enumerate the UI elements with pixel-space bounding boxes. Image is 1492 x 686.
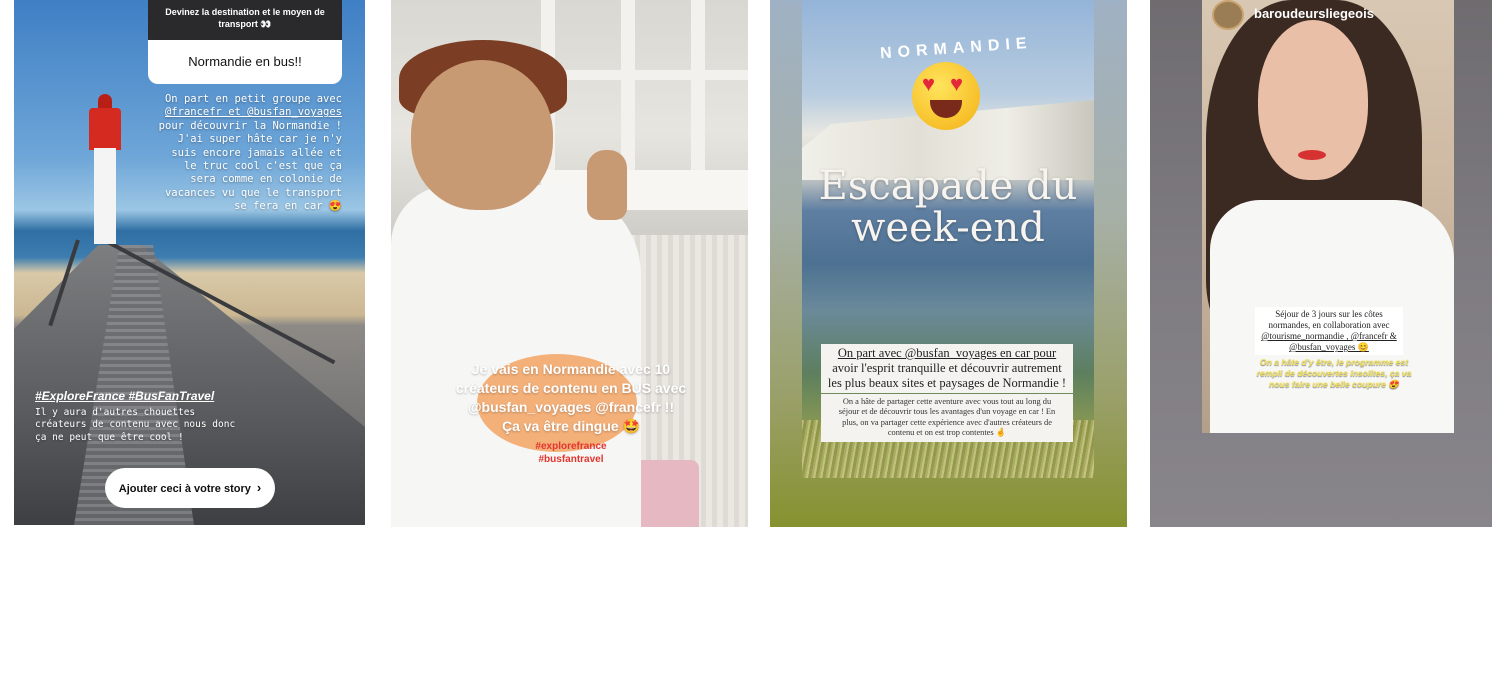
story-text-line: ça ne peut que être cool ! [35, 431, 184, 443]
text-box-line: contenu et on est trop contentes 🤞 [887, 428, 1007, 438]
username[interactable]: baroudeursliegeois [1254, 6, 1374, 21]
story-text-line: le truc cool c'est que ça [183, 160, 342, 173]
caption-line: Je vais en Normandie avec 10 [471, 361, 671, 377]
avatar[interactable] [1212, 0, 1244, 30]
text-box-line: On a hâte de partager cette aventure ave… [842, 397, 1052, 406]
peace-sign-hand [587, 150, 627, 220]
story-text-line: se fera en car 😍 [234, 200, 342, 213]
face [411, 60, 553, 210]
story-card-2[interactable]: Je vais en Normandie avec 10 créateurs d… [391, 0, 748, 527]
text-box-line: plus, on va partager cette expérience av… [842, 417, 1052, 427]
question-sticker-answer: Normandie en bus!! [148, 40, 342, 84]
text-box-line: séjour et de découvrir tous les avantage… [838, 407, 1056, 417]
text-box-line[interactable]: On part avec @busfan_voyages en car pour [824, 346, 1070, 361]
caption-line: rempli de découvertes insolites, ça va [1256, 368, 1412, 378]
caption-line[interactable]: @busfan_voyages @francefr !! [441, 398, 701, 417]
lighthouse-lantern [89, 108, 121, 150]
lighthouse-tower [94, 148, 116, 244]
story-text-line: créateurs de contenu avec nous donc [35, 419, 236, 431]
caption-line: On a hâte d'y être, le programme est [1259, 357, 1409, 367]
text-box-line[interactable]: @tourisme_normandie , @francefr & [1257, 331, 1401, 342]
text-box-secondary: On a hâte de partager cette aventure ave… [821, 394, 1073, 442]
story-text-line: suis encore jamais allée et [171, 146, 342, 159]
story-card-1[interactable]: Devinez la destination et le moyen de tr… [14, 0, 365, 525]
story-card-3[interactable]: NORMANDIE ♥ ♥ Escapade du week-end On pa… [770, 0, 1127, 527]
story-card-4[interactable]: baroudeursliegeois Séjour de 3 jours sur… [1150, 0, 1492, 527]
hashtag-busfantravel[interactable]: #busfantravel [491, 453, 651, 466]
smile-mouth [930, 100, 962, 118]
ceiling-beam [691, 0, 705, 170]
story-text-line: On part en petit groupe avec [164, 93, 342, 105]
add-to-story-label: Ajouter ceci à votre story [118, 483, 251, 495]
lips [1298, 150, 1326, 160]
text-box-primary: On part avec @busfan_voyages en car pour… [821, 344, 1073, 393]
title-line: week-end [851, 205, 1045, 251]
heart-eye-icon: ♥ [950, 71, 964, 96]
story-title: Escapade du week-end [810, 165, 1086, 249]
text-box-line: avoir l'esprit tranquille et découvrir a… [832, 361, 1062, 375]
add-to-story-button[interactable]: Ajouter ceci à votre story › [105, 468, 275, 508]
text-box-line: normandes, en collaboration avec [1268, 320, 1390, 330]
caption-line: créateurs de contenu en BUS avec [455, 380, 687, 396]
caption-line: Ça va être dingue 🤩 [501, 418, 641, 434]
question-sticker-prompt: Devinez la destination et le moyen de tr… [148, 0, 342, 44]
story-text-line: vacances vu que le transport [164, 186, 342, 199]
text-box-line: Séjour de 3 jours sur les côtes [1275, 309, 1383, 319]
heart-eyes-emoji-icon: ♥ ♥ [912, 62, 980, 130]
chevron-right-icon: › [256, 480, 262, 495]
story-text-secondary: Il y aura d'autres chouettes créateurs d… [35, 407, 285, 444]
story-text-line: pour découvrir la Normandie ! [158, 119, 342, 132]
title-line: Escapade du [818, 163, 1078, 209]
caption-line: nous faire une belle coupure 😍 [1268, 379, 1400, 389]
yellow-caption: On a hâte d'y être, le programme est rem… [1246, 357, 1422, 390]
story-text-line: sera comme en colonie de [190, 173, 342, 186]
story-caption: Je vais en Normandie avec 10 créateurs d… [441, 360, 701, 436]
text-box: Séjour de 3 jours sur les côtes normande… [1255, 307, 1403, 355]
text-box-line: les plus beaux sites et paysages de Norm… [827, 376, 1067, 390]
story-text-line[interactable]: @francefr et @busfan_voyages [122, 106, 342, 119]
text-box-line[interactable]: @busfan_voyages 😊 [1257, 342, 1401, 353]
hashtag-explorefrance[interactable]: #explorefrance [491, 440, 651, 453]
story-hashtags[interactable]: #ExploreFrance #BusFanTravel [35, 389, 214, 403]
ceiling-beam [541, 70, 748, 80]
white-shirt [391, 185, 641, 527]
story-hashtags: #explorefrance #busfantravel [491, 440, 651, 466]
story-text-line: Il y aura d'autres chouettes [35, 407, 196, 418]
story-text-line: J'ai super hâte car je n'y [177, 133, 342, 146]
heart-eye-icon: ♥ [922, 71, 936, 96]
story-text-main: On part en petit groupe avec @francefr e… [122, 93, 342, 214]
ceiling-beam [621, 0, 635, 170]
